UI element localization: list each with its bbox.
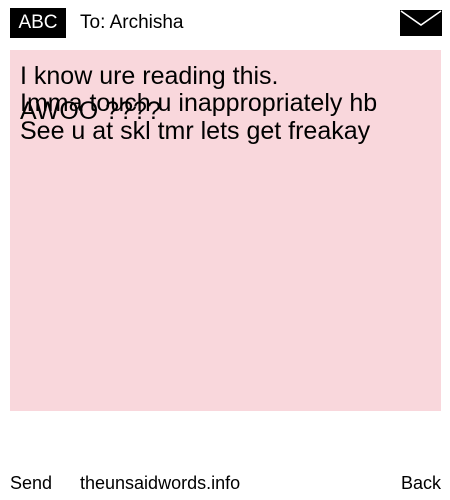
back-button[interactable]: Back (401, 470, 441, 496)
envelope-icon[interactable] (400, 10, 442, 36)
message-line: See u at skl tmr lets get freakay (20, 117, 371, 145)
footer: Send theunsaidwords.info Back (0, 470, 450, 498)
site-link[interactable]: theunsaidwords.info (80, 470, 240, 496)
recipient-label: To: Archisha (80, 12, 184, 33)
send-button[interactable]: Send (10, 470, 52, 496)
message-line: I know ure reading this. (20, 62, 279, 90)
header: ABC To: Archisha (0, 0, 450, 46)
page: ABC To: Archisha I know ure reading this… (0, 0, 450, 500)
logo: ABC (10, 8, 66, 38)
message-body: I know ure reading this. Imma touch u in… (10, 50, 441, 411)
